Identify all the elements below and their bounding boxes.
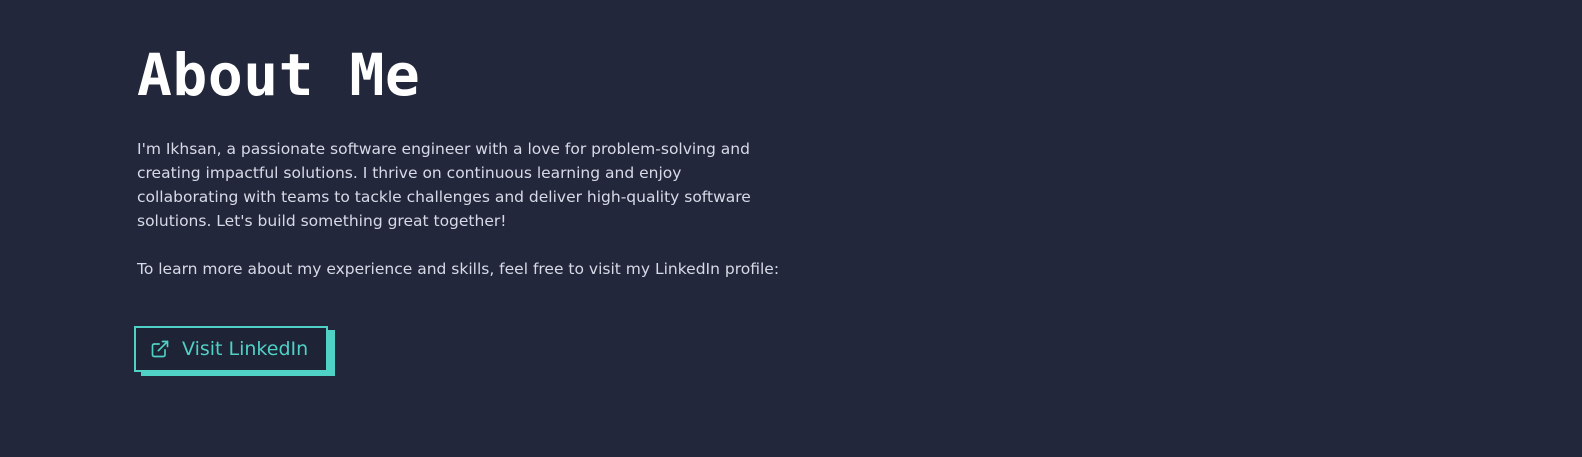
- external-link-icon: [150, 339, 170, 359]
- page: { "about": { "title": "About Me", "parag…: [0, 0, 1582, 457]
- visit-linkedin-button[interactable]: Visit LinkedIn: [134, 326, 328, 372]
- visit-linkedin-button-wrapper: Visit LinkedIn: [134, 326, 335, 376]
- visit-linkedin-label: Visit LinkedIn: [182, 338, 309, 360]
- page-title: About Me: [137, 41, 421, 109]
- about-paragraph-linkedin: To learn more about my experience and sk…: [137, 260, 780, 278]
- about-paragraph-intro: I'm Ikhsan, a passionate software engine…: [137, 140, 751, 230]
